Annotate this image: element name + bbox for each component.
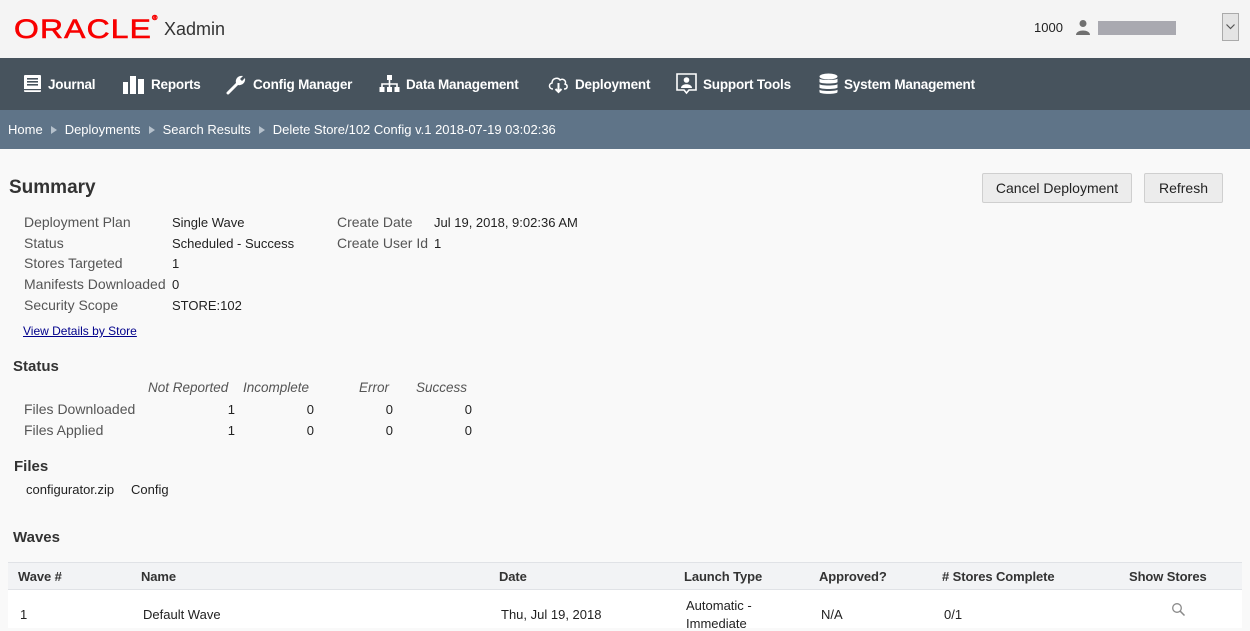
nav-system-management-label: System Management: [844, 76, 975, 92]
files-downloaded-success: 0: [464, 402, 472, 417]
security-scope-value: STORE:102: [172, 298, 242, 313]
cloud-download-icon: [548, 77, 568, 94]
cancel-deployment-button[interactable]: Cancel Deployment: [982, 173, 1132, 203]
wave-launch-type-line2: Immediate: [686, 616, 747, 631]
manifests-downloaded-value: 0: [172, 277, 180, 292]
database-icon: [819, 73, 838, 94]
breadcrumb-separator-icon: [50, 125, 57, 134]
security-scope-label: Security Scope: [24, 297, 119, 313]
deployment-plan-label: Deployment Plan: [24, 214, 131, 230]
col-show-stores: Show Stores: [1129, 569, 1207, 584]
registered-mark: ®: [152, 16, 159, 23]
wave-number: 1: [20, 607, 28, 622]
nav-support-tools-label: Support Tools: [703, 76, 791, 92]
files-downloaded-incomplete: 0: [306, 402, 314, 417]
manifests-downloaded-label: Manifests Downloaded: [24, 276, 166, 292]
col-launch-type: Launch Type: [684, 569, 763, 584]
files-applied-label: Files Applied: [24, 422, 104, 438]
breadcrumb-deployments[interactable]: Deployments: [65, 122, 141, 137]
status-col-not-reported: Not Reported: [148, 380, 229, 395]
nav-journal[interactable]: Journal: [23, 58, 96, 110]
col-date: Date: [499, 569, 527, 584]
wave-name: Default Wave: [143, 607, 221, 622]
wrench-icon: [226, 75, 246, 94]
breadcrumb: Home Deployments Search Results Delete S…: [0, 110, 1250, 149]
file-type: Config: [131, 482, 169, 497]
nav-system-management[interactable]: System Management: [819, 58, 975, 110]
nav-config-manager-label: Config Manager: [253, 76, 353, 92]
main-nav: Journal Reports Config Manager Data Mana…: [0, 58, 1250, 110]
create-date-label: Create Date: [337, 214, 413, 230]
breadcrumb-search-results[interactable]: Search Results: [163, 122, 251, 137]
nav-deployment-label: Deployment: [575, 76, 651, 92]
refresh-button[interactable]: Refresh: [1144, 173, 1223, 203]
waves-heading: Waves: [13, 529, 60, 546]
hierarchy-icon: [379, 75, 400, 92]
breadcrumb-home[interactable]: Home: [8, 122, 43, 137]
files-applied-not-reported: 1: [227, 423, 235, 438]
store-number: 1000: [1034, 20, 1063, 35]
bar-chart-icon: [123, 76, 144, 94]
nav-data-management-label: Data Management: [406, 76, 519, 92]
user-menu-dropdown[interactable]: [1222, 13, 1239, 41]
support-user-icon: [676, 73, 697, 95]
files-applied-error: 0: [385, 423, 393, 438]
files-downloaded-not-reported: 1: [227, 402, 235, 417]
wave-date: Thu, Jul 19, 2018: [501, 607, 602, 622]
nav-journal-label: Journal: [48, 76, 96, 92]
nav-reports-label: Reports: [151, 76, 201, 92]
oracle-logo: ORACLE®: [14, 14, 159, 45]
user-icon: [1076, 20, 1090, 35]
nav-config-manager[interactable]: Config Manager: [226, 58, 352, 110]
nav-deployment[interactable]: Deployment: [548, 58, 650, 110]
nav-data-management[interactable]: Data Management: [379, 58, 519, 110]
create-user-id-label: Create User Id: [337, 235, 429, 251]
file-name: configurator.zip: [26, 482, 115, 497]
files-downloaded-label: Files Downloaded: [24, 401, 136, 417]
col-approved: Approved?: [819, 569, 887, 584]
breadcrumb-separator-icon: [258, 125, 265, 134]
waves-table-header: Wave # Name Date Launch Type Approved? #…: [8, 562, 1242, 590]
deployment-plan-value: Single Wave: [172, 215, 245, 230]
chevron-down-icon: [1226, 24, 1235, 30]
breadcrumb-separator-icon: [148, 125, 155, 134]
status-label: Status: [24, 235, 64, 251]
create-user-id-value: 1: [434, 236, 442, 251]
username-redacted: [1098, 21, 1176, 35]
nav-reports[interactable]: Reports: [123, 58, 201, 110]
files-applied-incomplete: 0: [306, 423, 314, 438]
status-col-incomplete: Incomplete: [243, 380, 310, 395]
col-stores-complete: # Stores Complete: [942, 569, 1055, 584]
wave-stores-complete: 0/1: [944, 607, 963, 622]
status-col-success: Success: [416, 380, 468, 395]
files-downloaded-error: 0: [385, 402, 393, 417]
status-heading: Status: [13, 358, 59, 375]
app-name: Xadmin: [164, 19, 226, 39]
view-details-by-store-link[interactable]: View Details by Store: [23, 324, 137, 338]
create-date-value: Jul 19, 2018, 9:02:36 AM: [434, 215, 578, 230]
wave-launch-type-line1: Automatic -: [686, 598, 752, 613]
col-wave-number: Wave #: [18, 569, 62, 584]
status-col-error: Error: [359, 380, 389, 395]
col-name: Name: [141, 569, 177, 584]
brand-name: ORACLE: [14, 14, 153, 45]
nav-support-tools[interactable]: Support Tools: [676, 58, 791, 110]
files-applied-success: 0: [464, 423, 472, 438]
search-icon[interactable]: [1171, 602, 1187, 618]
wave-approved: N/A: [821, 607, 843, 622]
status-value: Scheduled - Success: [172, 236, 295, 251]
book-icon: [24, 75, 41, 92]
stores-targeted-value: 1: [172, 256, 180, 271]
files-heading: Files: [14, 458, 49, 475]
summary-heading: Summary: [9, 177, 96, 198]
breadcrumb-current: Delete Store/102 Config v.1 2018-07-19 0…: [272, 122, 556, 137]
table-row: 1 Default Wave Thu, Jul 19, 2018 Automat…: [8, 590, 1242, 631]
stores-targeted-label: Stores Targeted: [24, 255, 123, 271]
top-header: ORACLE® Xadmin 1000: [0, 0, 1250, 58]
